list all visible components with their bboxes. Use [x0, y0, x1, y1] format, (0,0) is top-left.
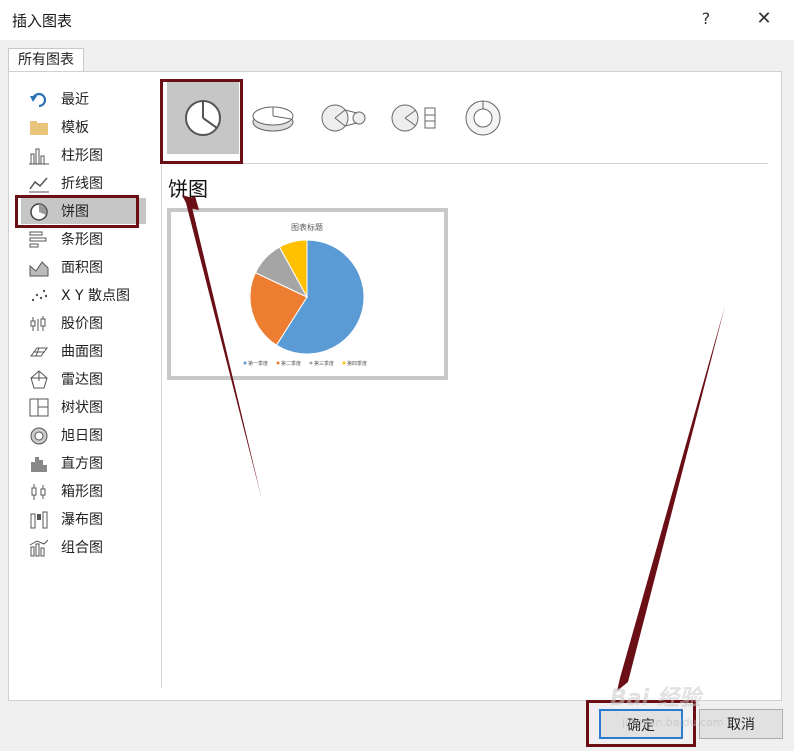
subtype-title: 饼图 [168, 177, 208, 201]
line-chart-icon [29, 174, 49, 193]
legend-marker [309, 361, 313, 365]
sidebar-item-label: 箱形图 [61, 484, 103, 500]
sidebar-item-label: 瀑布图 [61, 512, 103, 528]
tab-all-charts[interactable]: 所有图表 [8, 48, 84, 72]
subtype-pie-3d-button[interactable] [237, 82, 309, 154]
pie-of-pie-icon [321, 104, 366, 132]
bar-chart-icon [29, 230, 49, 248]
surface-chart-icon [29, 342, 49, 360]
combo-chart-icon [29, 538, 49, 557]
watermark-url: jingyan.baidu.com [622, 716, 724, 729]
sidebar-item-label: 股价图 [61, 316, 103, 332]
title-bar: 插入图表 ? ✕ [0, 0, 794, 40]
sidebar-item-line-chart[interactable]: 折线图 [21, 170, 146, 196]
sidebar-item-surface-chart[interactable]: 曲面图 [21, 338, 146, 364]
sidebar-item-column-chart[interactable]: 柱形图 [21, 142, 146, 168]
sidebar-item-label: 雷达图 [61, 372, 103, 388]
stock-chart-icon [29, 314, 49, 332]
sidebar-item-label: 旭日图 [61, 428, 103, 444]
sidebar-item-histogram-chart[interactable]: 直方图 [21, 450, 146, 476]
sidebar-item-label: 组合图 [61, 540, 103, 556]
sidebar-item-treemap-chart[interactable]: 树状图 [21, 394, 146, 420]
subtype-highlight [160, 79, 243, 164]
close-button[interactable]: ✕ [746, 4, 782, 34]
watermark-logo: Bai 经验 [610, 686, 701, 711]
boxwhisker-chart-icon [29, 482, 49, 500]
sidebar-item-undo[interactable]: 最近 [21, 86, 146, 112]
column-chart-icon [29, 146, 49, 165]
sidebar-item-stock-chart[interactable]: 股价图 [21, 310, 146, 336]
legend-marker [342, 361, 346, 365]
sidebar-item-waterfall-chart[interactable]: 瀑布图 [21, 506, 146, 532]
folder-icon [29, 118, 49, 136]
sidebar-highlight [15, 195, 139, 228]
doughnut-icon [465, 100, 501, 136]
bar-of-pie-icon [391, 104, 436, 132]
legend-label: 第三季度 [314, 360, 334, 367]
sidebar-item-folder[interactable]: 模板 [21, 114, 146, 140]
sidebar-item-label: 条形图 [61, 232, 103, 248]
sidebar-item-label: 曲面图 [61, 344, 103, 360]
sidebar-item-label: 面积图 [61, 260, 103, 276]
panel-divider [161, 86, 162, 688]
sidebar-item-label: 最近 [61, 92, 89, 108]
dialog-title: 插入图表 [12, 12, 73, 30]
subtype-divider [168, 163, 768, 164]
sunburst-chart-icon [29, 426, 49, 445]
subtype-bar-of-pie-button[interactable] [377, 82, 449, 154]
legend-label: 第四季度 [347, 360, 367, 367]
sidebar-item-combo-chart[interactable]: 组合图 [21, 534, 146, 560]
histogram-chart-icon [29, 454, 49, 472]
pie-chart: 图表标题 第一季度 第二季度 第三季度 第四季度 [243, 222, 367, 367]
sidebar-item-label: 模板 [61, 120, 89, 136]
subtype-pie-of-pie-button[interactable] [307, 82, 379, 154]
preview-chart-title: 图表标题 [291, 222, 323, 232]
scatter-chart-icon [29, 286, 49, 304]
waterfall-chart-icon [29, 510, 49, 529]
sidebar-item-label: 树状图 [61, 400, 103, 416]
sidebar-item-bar-chart[interactable]: 条形图 [21, 226, 146, 252]
legend-marker [276, 361, 280, 365]
legend-label: 第一季度 [248, 360, 268, 367]
sidebar-item-area-chart[interactable]: 面积图 [21, 254, 146, 280]
radar-chart-icon [29, 370, 49, 389]
sidebar-item-label: 柱形图 [61, 148, 103, 164]
undo-icon [29, 90, 49, 108]
legend-label: 第二季度 [281, 360, 301, 367]
sidebar-item-label: 直方图 [61, 456, 103, 472]
sidebar-item-label: X Y 散点图 [61, 288, 131, 304]
chart-preview[interactable]: 图表标题 第一季度 第二季度 第三季度 第四季度 [167, 208, 448, 380]
sidebar-item-scatter-chart[interactable]: X Y 散点图 [21, 282, 146, 308]
legend-marker [243, 361, 247, 365]
treemap-chart-icon [29, 398, 49, 417]
sidebar-item-boxwhisker-chart[interactable]: 箱形图 [21, 478, 146, 504]
sidebar-item-sunburst-chart[interactable]: 旭日图 [21, 422, 146, 448]
subtype-doughnut-button[interactable] [447, 82, 519, 154]
chart-panel: 最近模板柱形图折线图 饼图条形图面积图 X Y 散点图 股价图曲面图雷达图树状图旭日图… [8, 71, 782, 701]
help-button[interactable]: ? [690, 4, 722, 34]
area-chart-icon [29, 258, 49, 277]
pie-3d-icon [252, 106, 294, 132]
sidebar-item-radar-chart[interactable]: 雷达图 [21, 366, 146, 392]
sidebar-item-label: 折线图 [61, 176, 103, 192]
